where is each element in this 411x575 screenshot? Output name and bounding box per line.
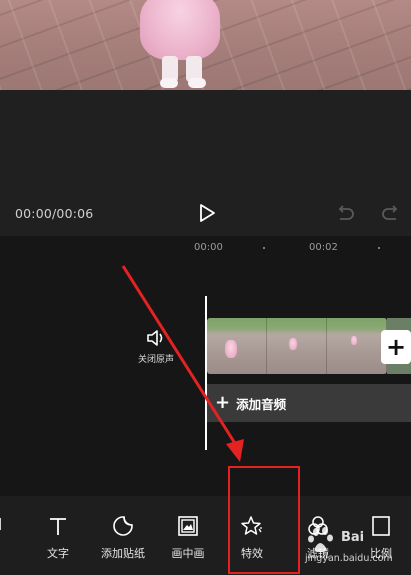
ruler-dot xyxy=(263,247,265,249)
tool-label: 画中画 xyxy=(171,547,205,560)
tool-audio[interactable]: 频 xyxy=(0,514,24,561)
mute-label: 关闭原声 xyxy=(137,355,174,365)
redo-icon[interactable] xyxy=(380,202,402,224)
ruler-dot xyxy=(378,247,380,249)
watermark-text: Bai xyxy=(341,530,365,545)
video-clip[interactable] xyxy=(207,318,387,374)
watermark: Bai jingyan.baidu.com xyxy=(305,526,411,566)
tool-label: 添加贴纸 xyxy=(101,547,145,560)
add-clip-button[interactable]: + xyxy=(381,330,411,364)
plus-icon: + xyxy=(215,392,231,413)
tool-label: 文字 xyxy=(47,547,69,560)
playhead[interactable] xyxy=(205,296,207,450)
tool-sticker[interactable]: 添加贴纸 xyxy=(91,514,155,561)
baidu-paw-logo xyxy=(308,527,333,553)
ruler-mark-1: 00:02 xyxy=(309,242,338,253)
add-audio-button[interactable]: + 添加音频 xyxy=(207,384,411,422)
mute-original-sound-button[interactable]: 关闭原声 xyxy=(132,328,180,374)
ruler-mark-0: 00:00 xyxy=(194,242,223,253)
picture-in-picture-icon xyxy=(178,516,198,536)
child-figure xyxy=(140,0,220,60)
child-shoe-right xyxy=(188,78,206,88)
clip-frame xyxy=(207,318,267,374)
sticker-icon xyxy=(113,516,133,536)
tool-text[interactable]: 文字 xyxy=(26,514,90,561)
play-icon[interactable] xyxy=(194,202,220,224)
video-preview[interactable] xyxy=(0,0,411,90)
tool-picture-in-picture[interactable]: 画中画 xyxy=(156,514,220,561)
add-audio-label: 添加音频 xyxy=(236,396,287,412)
audio-icon xyxy=(0,518,1,530)
clip-frame xyxy=(327,318,387,374)
undo-icon[interactable] xyxy=(334,202,356,224)
timecode: 00:00/00:06 xyxy=(15,206,94,221)
clip-frame xyxy=(267,318,327,374)
speaker-icon xyxy=(147,330,163,346)
child-shoe-left xyxy=(160,78,178,88)
annotation-highlight-box xyxy=(228,466,300,574)
watermark-url: jingyan.baidu.com xyxy=(305,553,393,564)
text-icon xyxy=(50,518,66,535)
tool-label: 频 xyxy=(0,545,24,561)
